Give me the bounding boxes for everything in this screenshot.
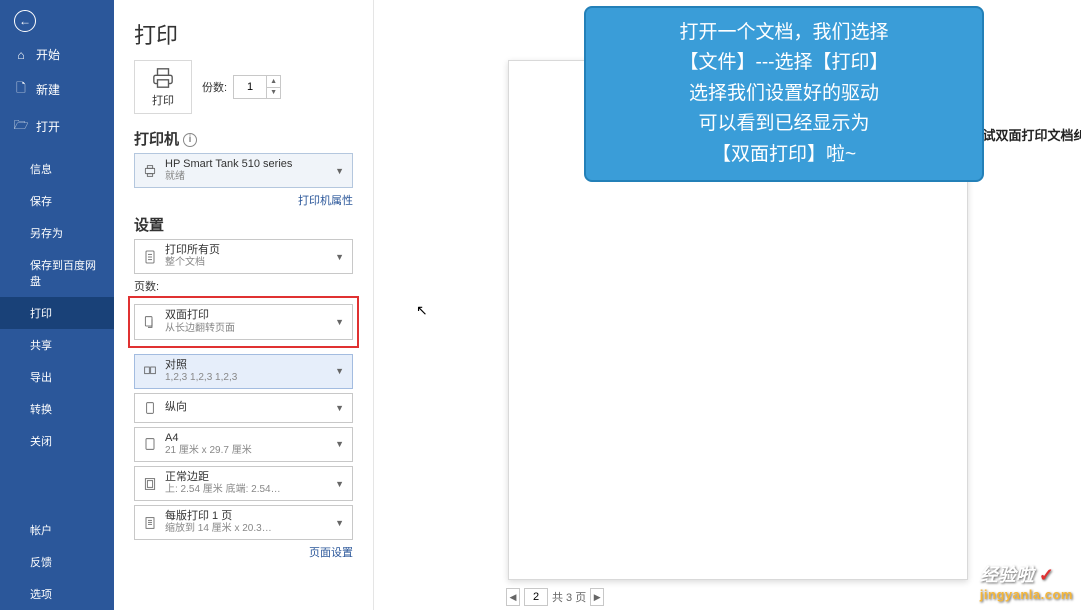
nav-open-label: 打开 — [36, 118, 60, 135]
instruction-callout: 打开一个文档，我们选择 【文件】---选择【打印】 选择我们设置好的驱动 可以看… — [584, 6, 984, 182]
callout-line3: 选择我们设置好的驱动 — [600, 79, 968, 109]
nav-new-label: 新建 — [36, 81, 60, 98]
info-icon[interactable]: i — [183, 133, 197, 147]
settings-section-title: 设置 — [134, 214, 353, 235]
watermark-url: jingyanla.com — [980, 587, 1073, 602]
nav-transform[interactable]: 转换 — [0, 393, 114, 425]
preview-document-text: 测试双面打印文档纠 — [969, 125, 1081, 144]
callout-line1: 打开一个文档，我们选择 — [600, 18, 968, 48]
print-button[interactable]: 打印 — [134, 60, 192, 114]
duplex-select[interactable]: 双面打印 从长边翻转页面 ▼ — [134, 304, 353, 339]
duplex-icon — [141, 314, 159, 330]
callout-line2: 【文件】---选择【打印】 — [600, 48, 968, 78]
copies-spinner[interactable]: ▲ ▼ — [233, 75, 281, 99]
printer-select[interactable]: HP Smart Tank 510 series 就绪 ▼ — [134, 153, 353, 188]
nav-options[interactable]: 选项 — [0, 578, 114, 610]
open-icon: 🗁 — [14, 116, 28, 137]
nav-savetodisk[interactable]: 保存到百度网盘 — [0, 249, 114, 297]
duplex-l1: 双面打印 — [165, 309, 333, 322]
prev-page-button[interactable]: ◀ — [506, 588, 520, 606]
printer-properties-link[interactable]: 打印机属性 — [134, 192, 353, 208]
page-setup-link[interactable]: 页面设置 — [134, 544, 353, 560]
copies-input[interactable] — [234, 76, 266, 98]
nav-account[interactable]: 帐户 — [0, 514, 114, 546]
callout-line5: 【双面打印】啦~ — [600, 140, 968, 170]
pages-per-sheet-select[interactable]: 每版打印 1 页 缩放到 14 厘米 x 20.3… ▼ — [134, 505, 353, 540]
nav-save[interactable]: 保存 — [0, 185, 114, 217]
page-navigator: ◀ 共 3 页 ▶ — [506, 588, 604, 606]
orientation-icon — [141, 400, 159, 416]
next-page-button[interactable]: ▶ — [590, 588, 604, 606]
nav-home-label: 开始 — [36, 46, 60, 63]
nav-new[interactable]: 🗋 新建 — [0, 71, 114, 108]
total-pages-label: 共 3 页 — [552, 589, 586, 605]
paper-size-select[interactable]: A4 21 厘米 x 29.7 厘米 ▼ — [134, 427, 353, 462]
paper-l2: 21 厘米 x 29.7 厘米 — [165, 445, 333, 457]
chevron-down-icon: ▼ — [333, 403, 346, 413]
duplex-l2: 从长边翻转页面 — [165, 323, 333, 335]
print-settings-column: 打印 打印 份数: ▲ ▼ — [114, 0, 374, 610]
nav-export[interactable]: 导出 — [0, 361, 114, 393]
sheets-l1: 每版打印 1 页 — [165, 510, 333, 523]
margins-icon — [141, 476, 159, 492]
back-button[interactable]: ← — [0, 0, 114, 38]
watermark-brand: 经验啦 — [980, 565, 1034, 585]
printer-status: 就绪 — [165, 171, 333, 183]
callout-line4: 可以看到已经显示为 — [600, 109, 968, 139]
main-content: 打印 打印 份数: ▲ ▼ — [114, 0, 1081, 610]
margins-l1: 正常边距 — [165, 471, 333, 484]
chevron-down-icon: ▼ — [333, 439, 346, 449]
current-page-input[interactable] — [524, 588, 548, 606]
nav-info[interactable]: 信息 — [0, 153, 114, 185]
nav-home[interactable]: ⌂ 开始 — [0, 38, 114, 71]
orientation-select[interactable]: 纵向 ▼ — [134, 393, 353, 423]
collate-select[interactable]: 对照 1,2,3 1,2,3 1,2,3 ▼ — [134, 354, 353, 389]
back-arrow-icon: ← — [14, 10, 36, 32]
new-icon: 🗋 — [14, 79, 28, 100]
nav-close[interactable]: 关闭 — [0, 425, 114, 457]
orientation-l1: 纵向 — [165, 401, 333, 414]
nav-feedback[interactable]: 反馈 — [0, 546, 114, 578]
chevron-down-icon: ▼ — [333, 252, 346, 262]
home-icon: ⌂ — [14, 48, 28, 62]
nav-open[interactable]: 🗁 打开 — [0, 108, 114, 145]
pages-label: 页数: — [134, 278, 353, 294]
paper-l1: A4 — [165, 432, 333, 445]
copies-label: 份数: — [202, 79, 227, 95]
printer-device-icon — [141, 163, 159, 179]
print-button-label: 打印 — [152, 92, 174, 108]
collate-l1: 对照 — [165, 359, 333, 372]
copies-up[interactable]: ▲ — [267, 76, 280, 88]
collate-l2: 1,2,3 1,2,3 1,2,3 — [165, 372, 333, 384]
chevron-down-icon: ▼ — [333, 518, 346, 528]
nav-share[interactable]: 共享 — [0, 329, 114, 361]
document-icon — [141, 249, 159, 265]
printer-icon — [152, 67, 174, 89]
margins-l2: 上: 2.54 厘米 底端: 2.54… — [165, 484, 333, 496]
chevron-down-icon: ▼ — [333, 366, 346, 376]
nav-print[interactable]: 打印 — [0, 297, 114, 329]
sheets-l2: 缩放到 14 厘米 x 20.3… — [165, 523, 333, 535]
page-title: 打印 — [134, 18, 353, 50]
margins-select[interactable]: 正常边距 上: 2.54 厘米 底端: 2.54… ▼ — [134, 466, 353, 501]
paper-icon — [141, 436, 159, 452]
check-icon: ✓ — [1039, 565, 1054, 585]
printer-name: HP Smart Tank 510 series — [165, 158, 333, 171]
copies-down[interactable]: ▼ — [267, 88, 280, 99]
nav-saveas[interactable]: 另存为 — [0, 217, 114, 249]
chevron-down-icon: ▼ — [333, 479, 346, 489]
chevron-down-icon: ▼ — [333, 317, 346, 327]
backstage-sidebar: ← ⌂ 开始 🗋 新建 🗁 打开 信息 保存 另存为 保存到百度网盘 打印 共享… — [0, 0, 114, 610]
print-range-l2: 整个文档 — [165, 257, 333, 269]
print-range-select[interactable]: 打印所有页 整个文档 ▼ — [134, 239, 353, 274]
chevron-down-icon: ▼ — [333, 166, 346, 176]
printer-section-title: 打印机i — [134, 128, 353, 149]
mouse-cursor-icon: ↖ — [416, 302, 428, 319]
print-range-l1: 打印所有页 — [165, 244, 333, 257]
duplex-highlight-frame: 双面打印 从长边翻转页面 ▼ — [128, 296, 359, 347]
watermark: 经验啦 ✓ jingyanla.com — [980, 561, 1073, 602]
collate-icon — [141, 363, 159, 379]
sheet-icon — [141, 515, 159, 531]
